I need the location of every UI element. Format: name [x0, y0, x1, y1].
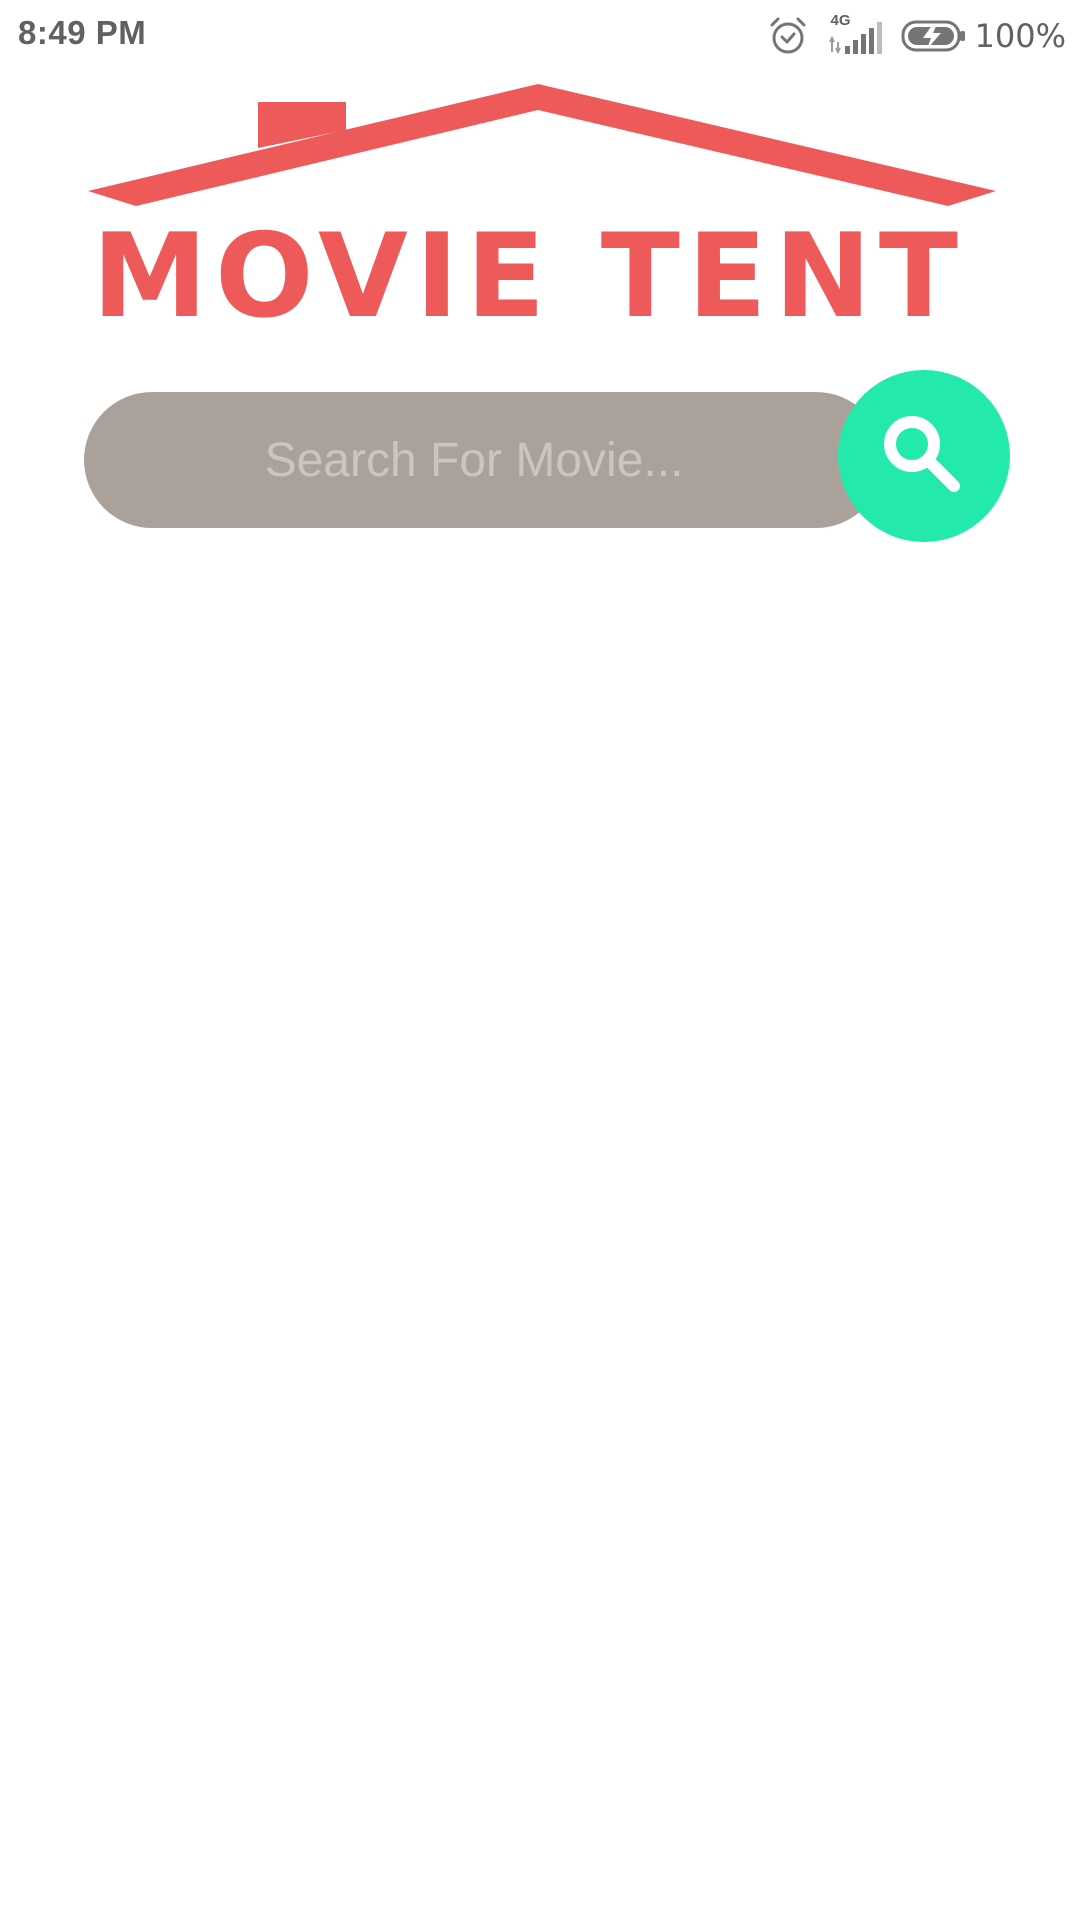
status-icons: 4G 100%: [769, 12, 1066, 58]
app-logo: MOVIE TENT: [88, 84, 996, 338]
search-bar: [84, 392, 884, 528]
house-roof-icon: [88, 84, 996, 206]
status-bar: 8:49 PM 4G 100%: [0, 0, 1080, 72]
logo-title: MOVIE TENT: [92, 218, 992, 328]
search-icon: [884, 416, 960, 492]
svg-text:MOVIE TENT: MOVIE TENT: [92, 218, 992, 328]
signal-icon: [828, 22, 882, 55]
signal-indicator: 4G: [827, 12, 887, 56]
battery-charging-icon: [901, 20, 965, 52]
alarm-icon: [770, 17, 806, 54]
battery-percent: 100%: [974, 17, 1066, 55]
search-button[interactable]: [838, 370, 1010, 542]
search-input[interactable]: [144, 392, 804, 528]
status-time: 8:49 PM: [18, 14, 147, 51]
